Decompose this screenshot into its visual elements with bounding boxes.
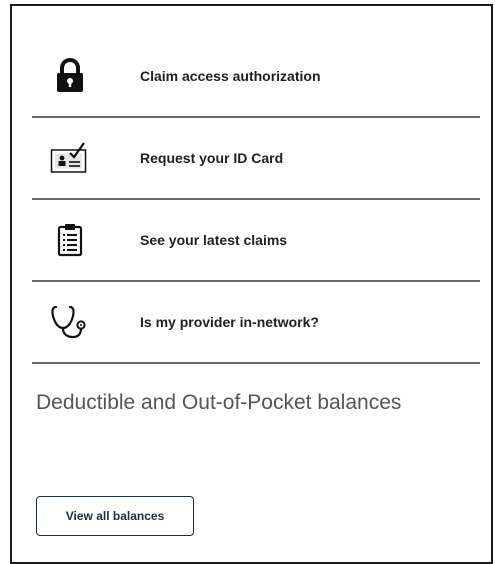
menu-item-label: Is my provider in-network? [140, 314, 319, 330]
menu-item-label: Request your ID Card [140, 150, 284, 166]
view-all-balances-button[interactable]: View all balances [36, 496, 194, 536]
balances-heading: Deductible and Out-of-Pocket balances [36, 391, 402, 414]
menu-item-id-card[interactable]: Request your ID Card [32, 118, 480, 200]
menu-item-claim-access[interactable]: Claim access authorization [32, 36, 480, 118]
quick-links-menu: Claim access authorization Request your … [32, 36, 480, 364]
id-card-check-icon [50, 138, 90, 178]
menu-item-latest-claims[interactable]: See your latest claims [32, 200, 480, 282]
menu-item-label: Claim access authorization [140, 68, 321, 84]
menu-item-label: See your latest claims [140, 232, 288, 248]
stethoscope-icon [50, 302, 90, 342]
lock-icon [50, 56, 90, 96]
clipboard-icon [50, 220, 90, 260]
menu-item-provider-network[interactable]: Is my provider in-network? [32, 282, 480, 364]
